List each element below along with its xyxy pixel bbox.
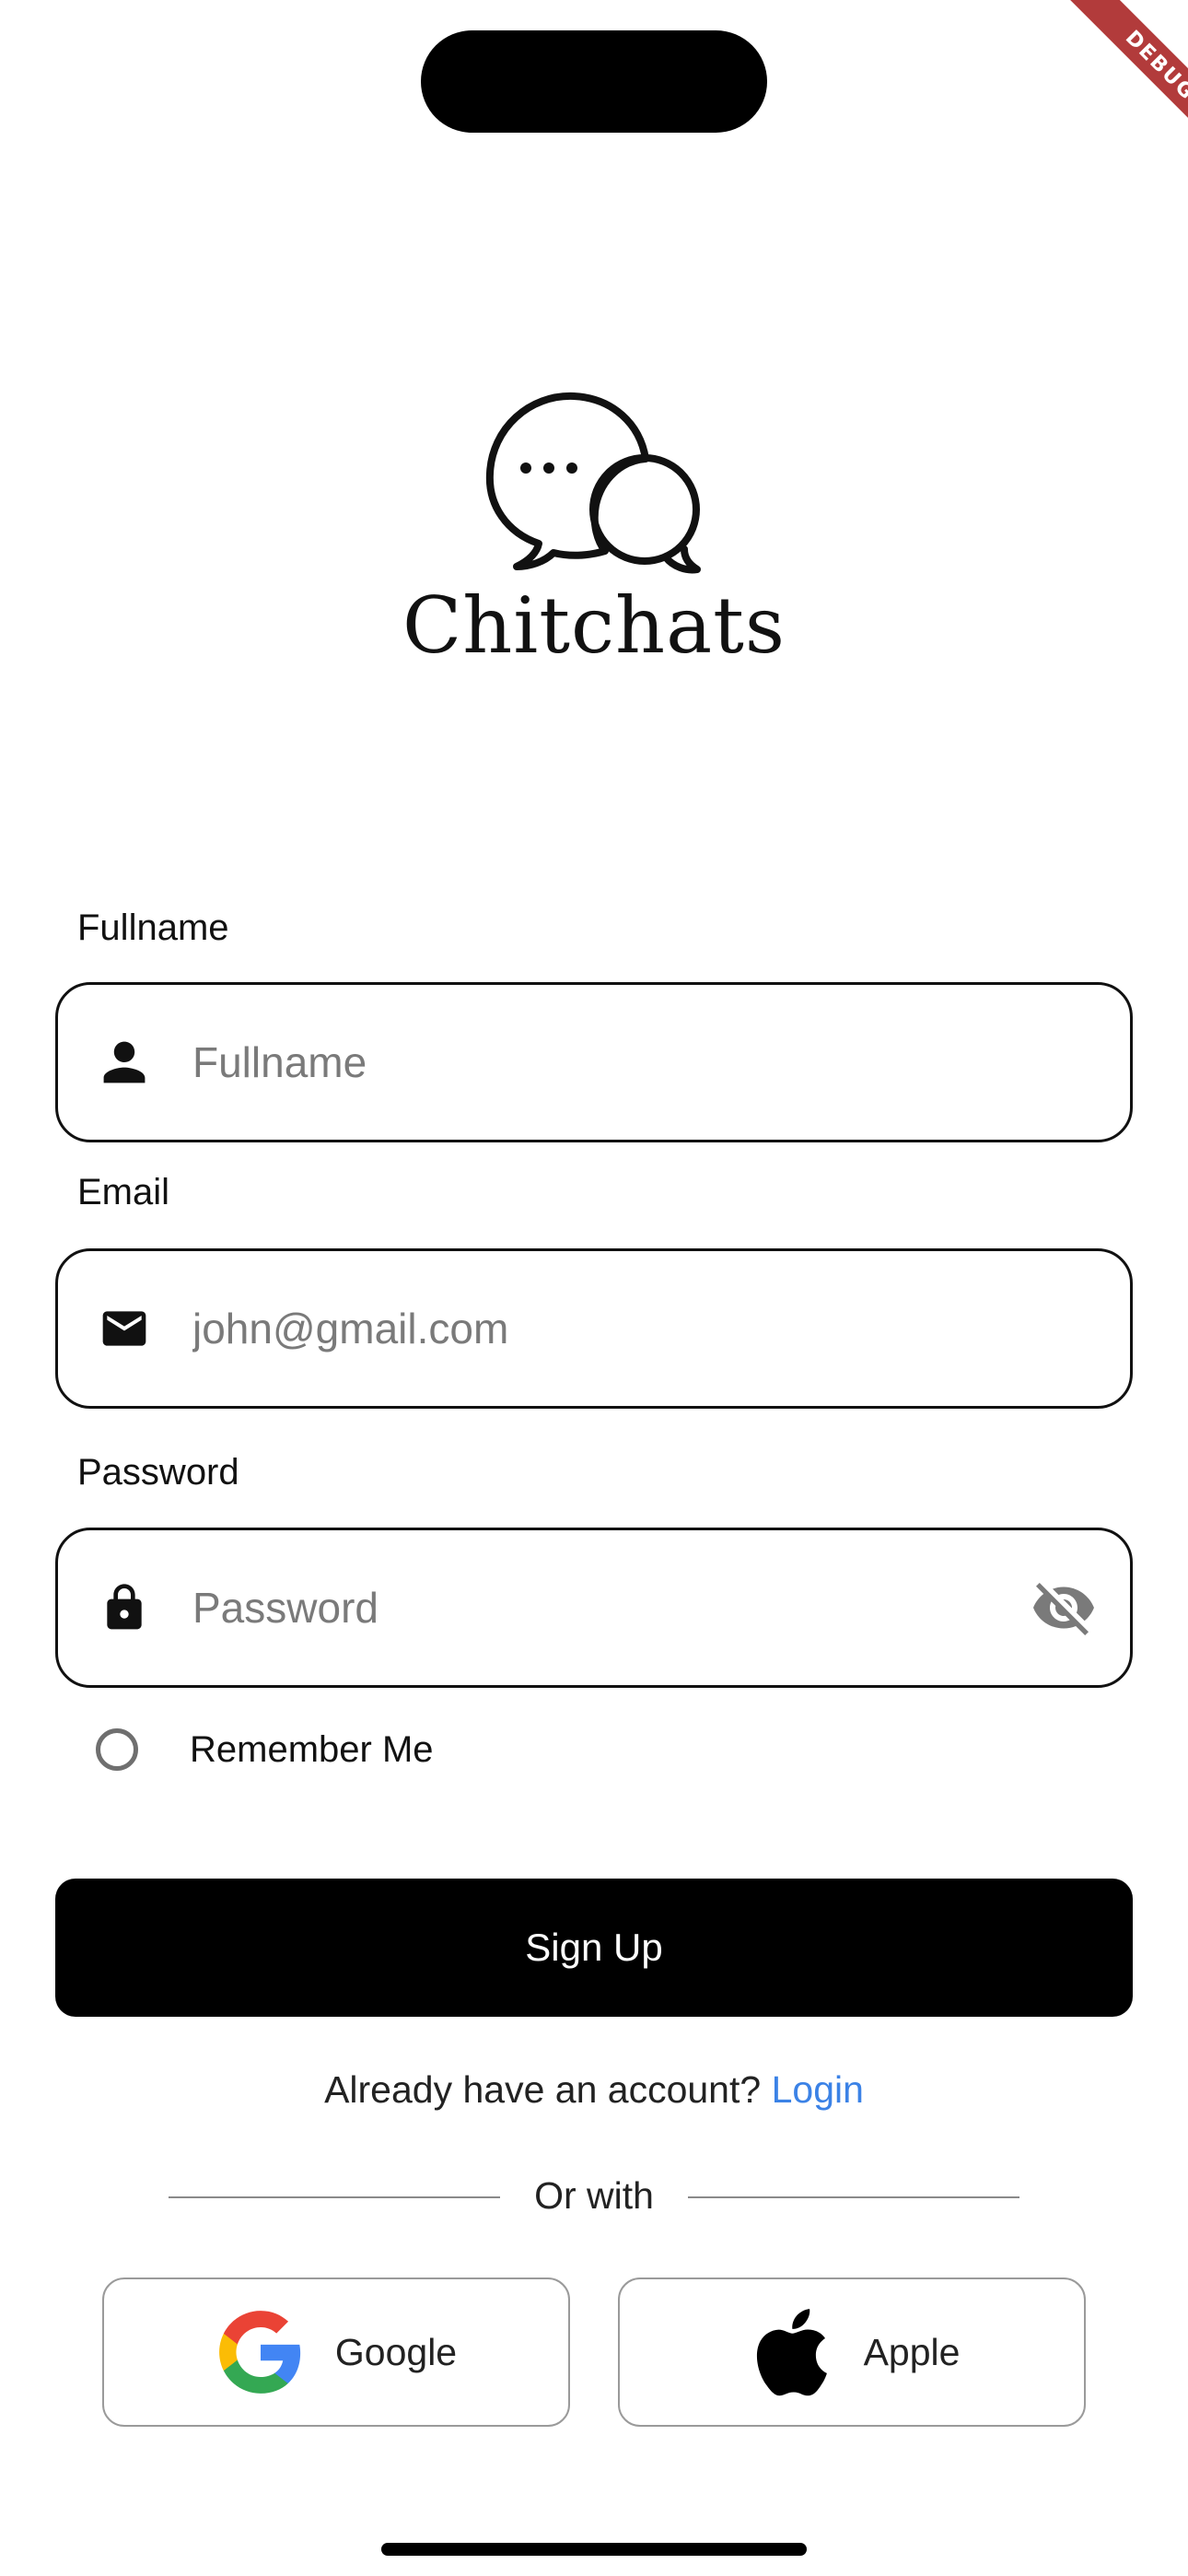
apple-icon (744, 2307, 834, 2397)
remember-me-label: Remember Me (190, 1728, 434, 1770)
password-field[interactable] (55, 1528, 1133, 1688)
password-label: Password (77, 1452, 239, 1493)
mail-icon (99, 1303, 150, 1354)
divider-right (688, 2196, 1019, 2198)
google-sign-in-button[interactable]: Google (102, 2277, 570, 2427)
person-icon (99, 1036, 150, 1088)
apple-sign-in-button[interactable]: Apple (618, 2277, 1086, 2427)
eye-off-icon[interactable] (1031, 1575, 1097, 1641)
apple-label: Apple (863, 2330, 961, 2373)
lock-icon (99, 1582, 150, 1633)
sign-up-button[interactable]: Sign Up (55, 1879, 1133, 2017)
fullname-input[interactable] (192, 985, 1130, 1140)
email-input[interactable] (192, 1251, 1130, 1406)
login-prompt: Already have an account? Login (0, 2068, 1188, 2112)
login-link[interactable]: Login (772, 2068, 864, 2111)
google-label: Google (334, 2330, 458, 2373)
chat-bubbles-icon (483, 387, 705, 585)
debug-banner-label: DEBUG (1050, 0, 1188, 176)
home-indicator (381, 2543, 807, 2556)
email-field[interactable] (55, 1248, 1133, 1409)
fullname-field[interactable] (55, 982, 1133, 1142)
login-prompt-text: Already have an account? (324, 2068, 762, 2111)
password-input[interactable] (192, 1530, 1031, 1685)
remember-me[interactable]: Remember Me (96, 1728, 434, 1771)
app-name: Chitchats (402, 580, 786, 671)
remember-me-radio[interactable] (96, 1728, 138, 1771)
fullname-label: Fullname (77, 907, 229, 948)
google-icon (215, 2307, 306, 2397)
email-label: Email (77, 1172, 170, 1212)
debug-banner: DEBUG (1004, 0, 1188, 184)
dynamic-island (421, 30, 767, 133)
